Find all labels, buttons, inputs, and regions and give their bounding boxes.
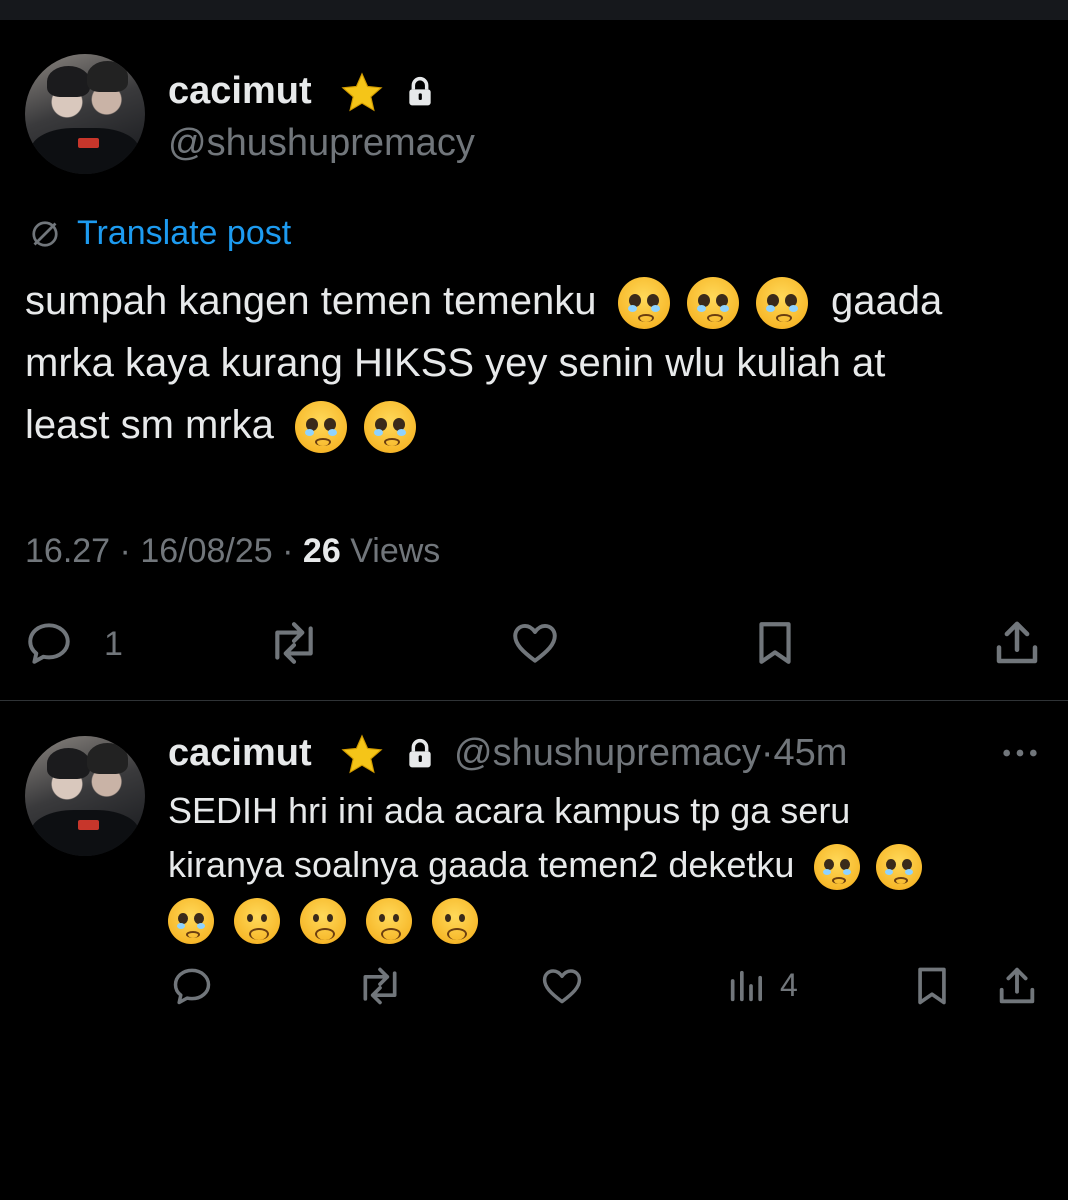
reply-meta: @shushupremacy·45m [454, 732, 848, 774]
bookmark-icon[interactable] [910, 962, 954, 1010]
pleading-face-emoji [295, 401, 348, 454]
repost-icon[interactable] [354, 964, 406, 1008]
frowning-face-emoji [432, 898, 479, 945]
post-meta: 16.27 · 16/08/25 · 26 Views [25, 532, 441, 570]
reply-line-3 [168, 892, 1058, 946]
views-label: Views [350, 532, 441, 570]
post-date[interactable]: 16/08/25 [140, 532, 272, 570]
more-icon[interactable] [1000, 740, 1040, 766]
pleading-face-emoji [168, 898, 214, 945]
share-icon[interactable] [994, 962, 1040, 1010]
avatar[interactable] [25, 54, 145, 174]
repost-icon[interactable] [264, 618, 324, 668]
translate-label[interactable]: Translate post [77, 212, 291, 254]
share-icon[interactable] [990, 616, 1044, 670]
frowning-face-emoji [300, 898, 347, 945]
frowning-face-emoji [234, 898, 281, 945]
bookmark-icon[interactable] [750, 616, 800, 670]
pleading-face-emoji [814, 844, 861, 891]
reply-icon[interactable] [24, 618, 74, 668]
reply-icon[interactable] [170, 964, 214, 1008]
pleading-face-emoji [617, 277, 670, 330]
reply-text: SEDIH hri ini ada acara kampus tp ga ser… [168, 784, 1058, 946]
reply-line-2: kiranya soalnya gaada temen2 deketku [168, 838, 1058, 892]
pleading-face-emoji [755, 277, 808, 330]
reply-views-count: 4 [780, 967, 798, 1003]
post-time[interactable]: 16.27 [25, 532, 110, 570]
reply-count: 1 [104, 625, 123, 663]
reply-time[interactable]: 45m [773, 732, 847, 774]
views-count[interactable]: 26 [303, 532, 341, 570]
post-text: sumpah kangen temen temenku gaada mrka k… [25, 270, 1055, 456]
pleading-face-emoji [876, 844, 923, 891]
reply-line-1: SEDIH hri ini ada acara kampus tp ga ser… [168, 790, 851, 831]
star-icon [341, 734, 383, 774]
heart-icon[interactable] [508, 618, 562, 668]
display-name[interactable]: cacimut [168, 68, 312, 114]
top-bar [0, 0, 1068, 20]
lock-icon [409, 738, 431, 768]
reply-handle[interactable]: @shushupremacy [454, 732, 761, 774]
heart-icon[interactable] [538, 964, 586, 1008]
post-line-2: mrka kaya kurang HIKSS yey senin wlu kul… [25, 341, 886, 385]
globe-slash-icon [32, 221, 58, 247]
pleading-face-emoji [686, 277, 739, 330]
views-icon[interactable] [726, 966, 766, 1006]
reply-display-name[interactable]: cacimut [168, 730, 312, 776]
post-line-1: sumpah kangen temen temenku gaada [25, 270, 1055, 332]
handle[interactable]: @shushupremacy [168, 120, 475, 166]
lock-icon [409, 76, 431, 106]
post-line-3: least sm mrka [25, 394, 1055, 456]
pleading-face-emoji [364, 401, 417, 454]
post-divider [0, 700, 1068, 701]
reply-header: cacimut @shushupremacy·45m [168, 730, 1068, 776]
star-icon [341, 72, 383, 112]
frowning-face-emoji [366, 898, 413, 945]
reply-avatar[interactable] [25, 736, 145, 856]
